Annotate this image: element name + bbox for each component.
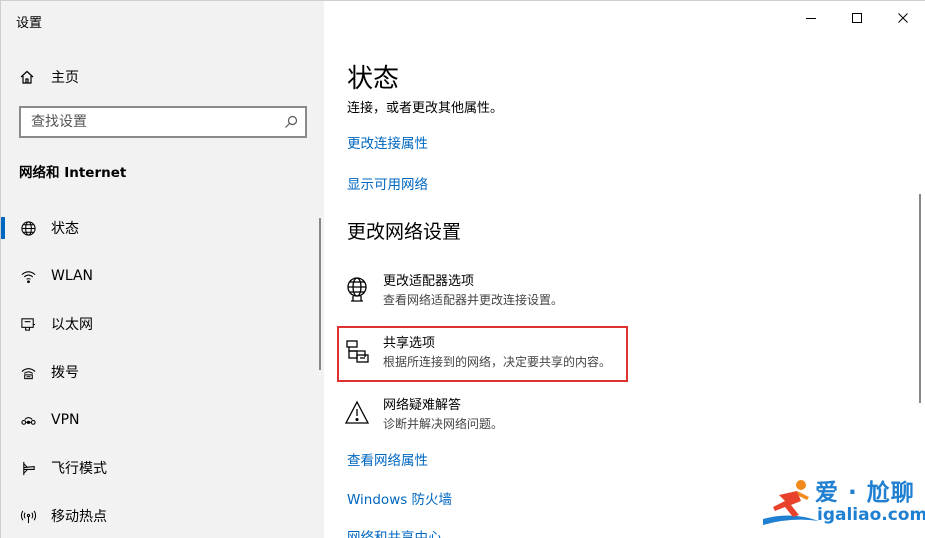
wifi-icon [21, 270, 35, 283]
close-icon [898, 13, 908, 23]
highlight-box [337, 326, 628, 382]
sidebar-item-label: VPN [51, 412, 80, 428]
sidebar-item-ethernet[interactable]: 以太网 [1, 300, 324, 348]
option-title: 更改适配器选项 [383, 274, 475, 289]
ethernet-icon [20, 317, 35, 331]
option-adapter[interactable]: 更改适配器选项 查看网络适配器并更改连接设置。 [344, 273, 634, 315]
sidebar: 设置 主页 网络和 Internet 状态 [1, 1, 324, 538]
close-button[interactable] [880, 1, 925, 35]
sidebar-nav: 状态 WLAN 以太网 拨号 VPN 飞行模式 移动热点 [1, 204, 324, 538]
page-subtitle: 连接，或者更改其他属性。 [347, 101, 504, 116]
sidebar-item-label: 移动热点 [51, 509, 107, 525]
sidebar-item-vpn[interactable]: VPN [1, 396, 324, 444]
minimize-button[interactable] [788, 1, 834, 35]
sidebar-item-label: WLAN [51, 268, 94, 284]
vpn-icon [20, 416, 36, 425]
globe-icon [20, 220, 36, 236]
sidebar-item-dialup[interactable]: 拨号 [1, 348, 324, 396]
search-icon[interactable] [284, 115, 298, 129]
page-title: 状态 [347, 64, 400, 94]
option-title: 网络疑难解答 [383, 398, 462, 413]
sidebar-home-label: 主页 [51, 70, 79, 86]
maximize-button[interactable] [834, 1, 880, 35]
settings-window: 设置 主页 网络和 Internet 状态 [0, 0, 925, 538]
search-box [19, 106, 307, 138]
dialup-icon [21, 367, 35, 379]
sidebar-item-label: 以太网 [51, 317, 93, 333]
search-input[interactable] [31, 108, 271, 136]
window-controls [788, 1, 925, 35]
sidebar-scrollbar[interactable] [319, 218, 321, 370]
warning-icon [344, 400, 370, 424]
minimize-icon [806, 18, 816, 19]
change-connection-properties-link[interactable]: 更改连接属性 [347, 132, 428, 152]
maximize-icon [852, 13, 862, 23]
option-description: 查看网络适配器并更改连接设置。 [383, 293, 564, 307]
window-title: 设置 [16, 16, 43, 31]
sidebar-item-status[interactable]: 状态 [1, 204, 324, 252]
adapter-icon [347, 277, 367, 302]
watermark-logo: 爱 · 尬聊 igaliao.com [761, 469, 925, 533]
sidebar-item-label: 飞行模式 [51, 461, 107, 477]
sidebar-section-title: 网络和 Internet [19, 165, 127, 181]
sidebar-item-wlan[interactable]: WLAN [1, 252, 324, 300]
show-available-networks-link[interactable]: 显示可用网络 [347, 173, 428, 193]
network-sharing-center-link[interactable]: 网络和共享中心 [347, 526, 442, 538]
sidebar-item-label: 拨号 [51, 365, 79, 381]
option-troubleshoot[interactable]: 网络疑难解答 诊断并解决网络问题。 [344, 397, 634, 439]
sidebar-item-label: 状态 [51, 221, 79, 237]
sidebar-item-airplane[interactable]: 飞行模式 [1, 444, 324, 492]
view-network-properties-link[interactable]: 查看网络属性 [347, 449, 428, 469]
hotspot-icon [20, 510, 36, 523]
section-title: 更改网络设置 [347, 221, 462, 243]
windows-firewall-link[interactable]: Windows 防火墙 [347, 488, 452, 508]
airplane-icon [22, 461, 35, 475]
home-icon [20, 70, 34, 84]
main-scrollbar[interactable] [919, 194, 921, 403]
option-description: 诊断并解决网络问题。 [383, 417, 504, 431]
runner-logo-icon [763, 480, 819, 525]
main-content: 状态 连接，或者更改其他属性。 更改连接属性 显示可用网络 更改网络设置 更改适… [324, 1, 925, 538]
sidebar-item-hotspot[interactable]: 移动热点 [1, 492, 324, 538]
watermark-cn-text: 爱 · 尬聊 [815, 480, 915, 506]
sidebar-home[interactable]: 主页 [19, 67, 79, 87]
watermark-en-text: igaliao.com [817, 505, 925, 525]
